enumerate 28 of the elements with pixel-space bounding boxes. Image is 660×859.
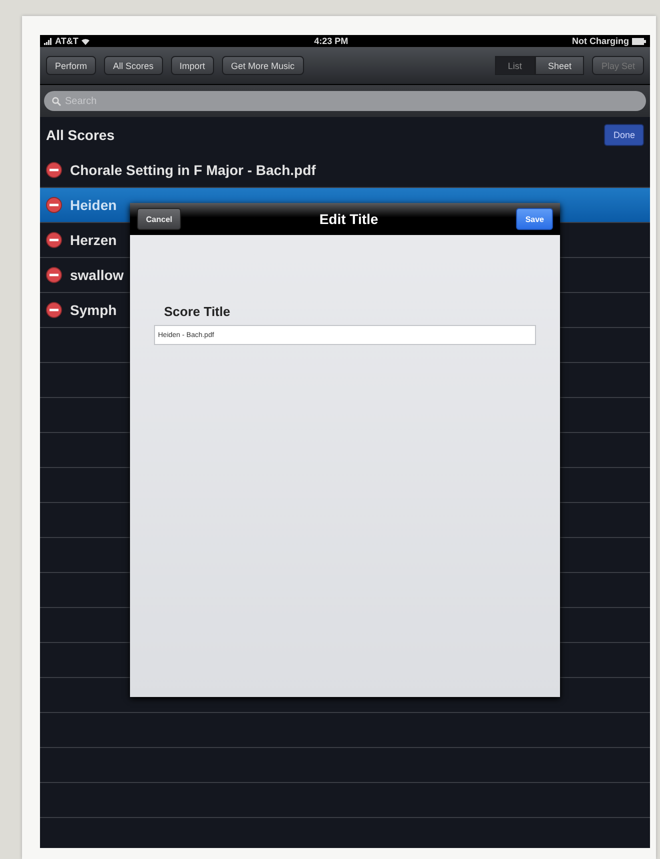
clock-label: 4:23 PM: [314, 36, 348, 46]
charging-status: Not Charging: [572, 36, 629, 46]
delete-icon[interactable]: [46, 197, 62, 213]
delete-icon[interactable]: [46, 232, 62, 248]
delete-icon[interactable]: [46, 302, 62, 318]
list-title: All Scores: [46, 127, 114, 143]
score-title: Symph: [70, 302, 117, 318]
view-segment[interactable]: List: [494, 56, 535, 75]
toolbar-button[interactable]: Perform: [46, 56, 96, 75]
view-segment[interactable]: Sheet: [534, 56, 584, 75]
dialog-title: Edit Title: [319, 211, 378, 227]
toolbar-button[interactable]: All Scores: [104, 56, 163, 75]
carrier-label: AT&T: [55, 36, 78, 46]
signal-icon: [44, 38, 52, 44]
score-title: Chorale Setting in F Major - Bach.pdf: [70, 162, 316, 178]
score-title: Heiden: [70, 197, 117, 213]
score-title: Herzen: [70, 232, 117, 248]
toolbar-button[interactable]: Get More Music: [222, 56, 304, 75]
delete-icon[interactable]: [46, 162, 62, 178]
battery-icon: [632, 38, 646, 44]
done-button[interactable]: Done: [604, 124, 644, 146]
field-label: Score Title: [163, 304, 232, 319]
score-title: swallow: [70, 267, 124, 283]
cancel-button[interactable]: Cancel: [137, 208, 182, 230]
save-button[interactable]: Save: [516, 208, 553, 230]
wifi-icon: [81, 38, 90, 44]
toolbar-button[interactable]: Import: [170, 56, 214, 75]
delete-icon[interactable]: [46, 267, 62, 283]
